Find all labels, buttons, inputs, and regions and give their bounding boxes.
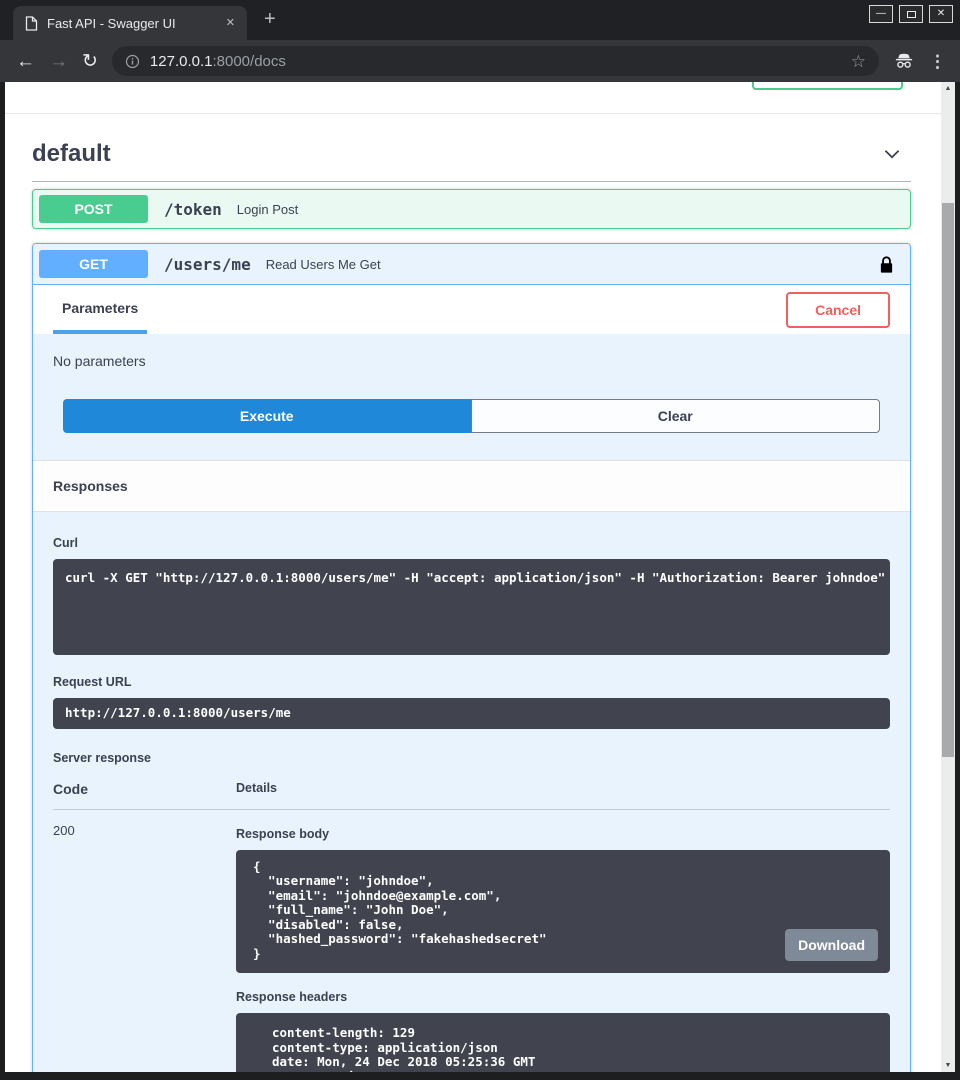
responses-header: Responses [33,460,910,512]
response-body-block: { "username": "johndoe", "email": "johnd… [236,850,890,974]
opblock-get-summary[interactable]: GET /users/me Read Users Me Get [33,244,910,285]
curl-label: Curl [53,536,890,550]
response-headers-block: content-length: 129 content-type: applic… [236,1013,890,1072]
authorize-button-partial[interactable] [752,82,903,90]
method-badge-post: POST [39,195,148,223]
window-maximize-button[interactable] [899,5,923,23]
browser-tab[interactable]: Fast API - Swagger UI ✕ [13,6,247,40]
response-headers-label: Response headers [236,990,890,1004]
curl-command: curl -X GET "http://127.0.0.1:8000/users… [65,571,878,586]
op-path: /users/me [164,255,251,274]
request-url-label: Request URL [53,675,890,689]
scrollbar-track[interactable]: ▲ ▼ [941,82,955,1072]
browser-titlebar: Fast API - Swagger UI ✕ + — ✕ [0,0,960,40]
new-tab-button[interactable]: + [264,8,276,31]
url-text: 127.0.0.1:8000/docs [150,53,286,70]
no-parameters-text: No parameters [33,334,910,369]
download-button[interactable]: Download [785,929,878,961]
cancel-button[interactable]: Cancel [786,292,890,328]
op-summary: Read Users Me Get [266,257,381,272]
opblock-post-token[interactable]: POST /token Login Post [32,189,911,229]
scroll-up-icon[interactable]: ▲ [941,85,955,92]
page-viewport: default POST /token Login Post GET /user… [5,82,941,1072]
responses-body: Curl curl -X GET "http://127.0.0.1:8000/… [33,512,910,1072]
back-icon[interactable]: ← [16,52,35,71]
browser-menu-icon[interactable]: ⋮ [929,53,946,70]
response-headers: content-length: 129 content-type: applic… [272,1026,878,1072]
scroll-down-icon[interactable]: ▼ [941,1062,955,1069]
status-code: 200 [53,823,236,1073]
method-badge-get: GET [39,250,148,278]
scheme-container [5,82,941,114]
url-bar[interactable]: 127.0.0.1:8000/docs ☆ [112,46,879,76]
browser-toolbar: ← → ↻ 127.0.0.1:8000/docs ☆ ⋮ [0,40,960,82]
tag-section-default[interactable]: default [32,140,911,182]
document-icon [25,16,38,31]
parameters-section: No parameters Execute Clear [33,334,910,460]
auth-lock-icon[interactable] [879,255,894,274]
incognito-icon [893,51,915,71]
response-body-label: Response body [236,827,890,841]
maximize-icon [907,11,916,18]
swagger-main: default POST /token Login Post GET /user… [5,114,941,1072]
op-summary: Login Post [237,202,298,217]
window-minimize-button[interactable]: — [869,5,893,23]
server-response-table: Code Details 200 Response body { "userna… [53,777,890,1073]
opblock-get-users-me: GET /users/me Read Users Me Get Paramete… [32,243,911,1072]
tab-title: Fast API - Swagger UI [47,16,217,31]
bookmark-star-icon[interactable]: ☆ [851,53,866,70]
request-url-block: http://127.0.0.1:8000/users/me [53,698,890,729]
table-row: 200 Response body { "username": "johndoe… [53,810,890,1073]
forward-icon[interactable]: → [49,52,68,71]
site-info-icon[interactable] [125,54,140,69]
tab-close-icon[interactable]: ✕ [226,18,235,29]
responses-title: Responses [53,478,128,494]
clear-button[interactable]: Clear [471,399,881,433]
tag-title: default [32,140,881,168]
window-close-button[interactable]: ✕ [929,5,953,23]
details-cell: Response body { "username": "johndoe", "… [236,823,890,1073]
op-path: /token [164,200,222,219]
server-response-label: Server response [53,751,890,765]
chevron-down-icon [881,143,903,165]
reload-icon[interactable]: ↻ [82,52,98,71]
code-column-header: Code [53,781,236,797]
details-column-header: Details [236,781,890,797]
tab-parameters[interactable]: Parameters [53,285,147,334]
curl-command-block: curl -X GET "http://127.0.0.1:8000/users… [53,559,890,655]
request-url: http://127.0.0.1:8000/users/me [65,706,878,721]
execute-button[interactable]: Execute [63,399,471,433]
operation-tab-header: Parameters Cancel [33,285,910,334]
scrollbar-thumb[interactable] [942,203,954,757]
